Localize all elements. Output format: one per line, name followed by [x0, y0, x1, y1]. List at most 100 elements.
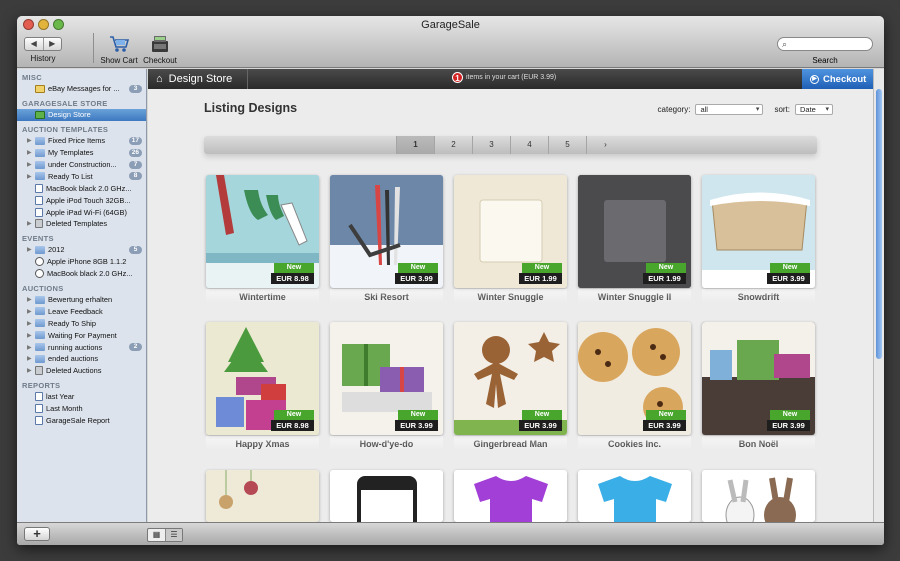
- search-icon: ⌕: [782, 39, 788, 49]
- next-page-button[interactable]: ›: [586, 136, 624, 154]
- disclosure-triangle-icon[interactable]: ▶: [27, 355, 35, 362]
- sidebar-item-event[interactable]: ▶ 2012 5: [17, 244, 146, 256]
- sidebar-item-report[interactable]: GarageSale Report: [17, 415, 146, 427]
- sidebar-item-ebay-messages[interactable]: eBay Messages for ... 3: [17, 83, 146, 95]
- design-card[interactable]: New EUR 3.99: [702, 175, 815, 288]
- sidebar-item-auction[interactable]: ▶ ended auctions: [17, 353, 146, 365]
- sidebar-item-label: Bewertung erhalten: [48, 295, 113, 305]
- disclosure-triangle-icon[interactable]: ▶: [27, 308, 35, 315]
- cart-count-badge: 1: [452, 72, 463, 83]
- page-5[interactable]: 5: [548, 136, 586, 154]
- sidebar-item-auction[interactable]: ▶ Ready To Ship: [17, 317, 146, 329]
- design-card[interactable]: [330, 470, 443, 522]
- new-badge: New: [398, 410, 438, 420]
- forward-icon[interactable]: ▶: [42, 38, 62, 50]
- toolbar-separator: [93, 33, 94, 63]
- sidebar-item-template[interactable]: ▶ under Construction... 7: [17, 159, 146, 171]
- new-badge: New: [646, 410, 686, 420]
- sidebar-item-auction[interactable]: ▶ Waiting For Payment: [17, 329, 146, 341]
- count-badge: 26: [128, 148, 142, 157]
- design-card[interactable]: New EUR 3.99: [330, 322, 443, 435]
- back-icon[interactable]: ◀: [25, 38, 43, 50]
- page-1[interactable]: 1: [396, 136, 434, 154]
- design-card[interactable]: [454, 470, 567, 522]
- disclosure-triangle-icon[interactable]: ▶: [27, 137, 35, 144]
- toolbar: GarageSale ◀ ▶ History Show Cart Checkou…: [17, 16, 884, 68]
- sidebar-item-report[interactable]: last Year: [17, 391, 146, 403]
- search-label: Search: [812, 56, 838, 65]
- sidebar-item-label: MacBook black 2.0 GHz...: [47, 269, 133, 279]
- sidebar-item-auction[interactable]: ▶ Leave Feedback: [17, 305, 146, 317]
- vertical-scrollbar[interactable]: [873, 69, 884, 522]
- reports-list: last Year Last Month GarageSale Report: [17, 391, 146, 427]
- disclosure-triangle-icon[interactable]: ▶: [27, 220, 35, 227]
- design-card[interactable]: New EUR 8.98: [206, 175, 319, 288]
- page-2[interactable]: 2: [434, 136, 472, 154]
- design-card[interactable]: New EUR 3.99: [330, 175, 443, 288]
- show-cart-button[interactable]: Show Cart: [99, 34, 139, 65]
- sidebar-item-template[interactable]: MacBook black 2.0 GHz...: [17, 182, 146, 194]
- events-header: EVENTS: [22, 233, 54, 243]
- new-badge: New: [398, 263, 438, 273]
- document-icon: [35, 183, 43, 193]
- design-card[interactable]: New EUR 3.99: [454, 322, 567, 435]
- sidebar-item-label: Fixed Price Items: [48, 136, 106, 146]
- disclosure-triangle-icon[interactable]: ▶: [27, 320, 35, 327]
- design-card[interactable]: [578, 470, 691, 522]
- sidebar-item-template[interactable]: Apple iPad Wi-Fi (64GB): [17, 206, 146, 218]
- design-card[interactable]: New EUR 1.99: [454, 175, 567, 288]
- add-button[interactable]: +: [24, 527, 50, 541]
- sidebar-item-event[interactable]: Apple iPhone 8GB 1.1.2: [17, 256, 146, 268]
- folder-icon: [35, 319, 45, 328]
- arrow-circle-icon: ▶: [810, 74, 819, 84]
- sidebar-item-template[interactable]: ▶ Fixed Price Items 17: [17, 135, 146, 147]
- design-card[interactable]: [206, 470, 319, 522]
- page-4[interactable]: 4: [510, 136, 548, 154]
- disclosure-triangle-icon[interactable]: ▶: [27, 332, 35, 339]
- disclosure-triangle-icon[interactable]: ▶: [27, 344, 35, 351]
- design-card[interactable]: New EUR 3.99: [578, 322, 691, 435]
- new-badge: New: [522, 410, 562, 420]
- sidebar-item-template[interactable]: Apple iPod Touch 32GB...: [17, 194, 146, 206]
- page-3[interactable]: 3: [472, 136, 510, 154]
- sidebar-item-design-store[interactable]: Design Store: [17, 108, 146, 121]
- design-card[interactable]: New EUR 3.99: [702, 322, 815, 435]
- disclosure-triangle-icon[interactable]: ▶: [27, 367, 35, 374]
- design-card[interactable]: [702, 470, 815, 522]
- design-card[interactable]: New EUR 8.98: [206, 322, 319, 435]
- count-badge: 17: [128, 136, 142, 145]
- grid-view-icon[interactable]: ▦: [148, 529, 165, 541]
- category-select[interactable]: all: [695, 104, 764, 115]
- sidebar-item-template[interactable]: ▶ Deleted Templates: [17, 218, 146, 230]
- price-tag: EUR 3.99: [395, 273, 438, 284]
- scroll-thumb[interactable]: [876, 89, 882, 359]
- pagination: 1 2 3 4 5 ›: [204, 136, 817, 154]
- disclosure-triangle-icon[interactable]: ▶: [27, 296, 35, 303]
- list-view-icon[interactable]: ☰: [165, 529, 182, 541]
- checkout-button[interactable]: ▶ Checkout: [802, 69, 873, 89]
- sidebar-item-auction[interactable]: ▶ running auctions 2: [17, 341, 146, 353]
- sort-select[interactable]: Date: [795, 104, 833, 115]
- disclosure-triangle-icon[interactable]: ▶: [27, 173, 35, 180]
- search-input[interactable]: ⌕: [777, 37, 873, 51]
- disclosure-triangle-icon[interactable]: ▶: [27, 246, 35, 253]
- sidebar-item-label: Waiting For Payment: [48, 330, 117, 340]
- card-reflection: [454, 289, 567, 303]
- sidebar-item-auction[interactable]: ▶ Deleted Auctions: [17, 365, 146, 377]
- disclosure-triangle-icon[interactable]: ▶: [27, 149, 35, 156]
- cart-status[interactable]: 1 items in your cart (EUR 3.99): [452, 72, 556, 83]
- sidebar-item-label: GarageSale Report: [46, 416, 110, 426]
- breadcrumb[interactable]: ⌂ Design Store: [148, 69, 248, 89]
- window-title: GarageSale: [421, 19, 480, 31]
- disclosure-triangle-icon[interactable]: ▶: [27, 161, 35, 168]
- sidebar-item-label: MacBook black 2.0 GHz...: [46, 183, 132, 193]
- sidebar-item-event[interactable]: MacBook black 2.0 GHz...: [17, 268, 146, 280]
- sidebar-item-template[interactable]: ▶ Ready To List 8: [17, 170, 146, 182]
- sidebar-item-report[interactable]: Last Month: [17, 403, 146, 415]
- new-badge: New: [274, 263, 314, 273]
- checkout-toolbar-button[interactable]: Checkout: [141, 34, 179, 65]
- sidebar-item-auction[interactable]: ▶ Bewertung erhalten: [17, 294, 146, 306]
- report-icon: [35, 416, 43, 426]
- sidebar-item-template[interactable]: ▶ My Templates 26: [17, 147, 146, 159]
- design-card[interactable]: New EUR 1.99: [578, 175, 691, 288]
